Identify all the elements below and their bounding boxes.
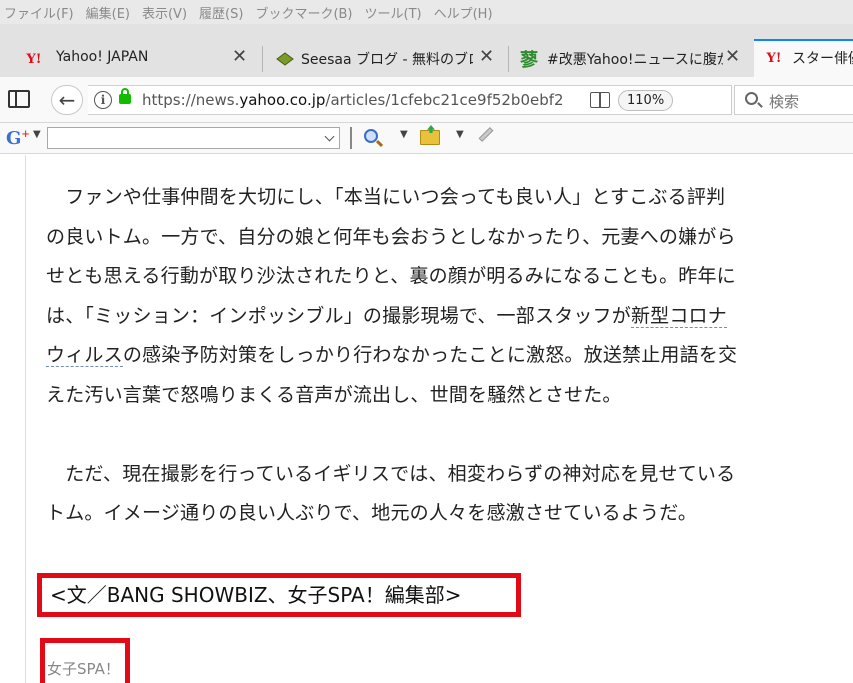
close-icon[interactable]: ✕ [725, 47, 740, 67]
search-placeholder: 検索 [769, 93, 800, 111]
yahoo-favicon-icon: Y! [26, 51, 42, 67]
article-credit: <文／BANG SHOWBIZ、女子SPA！編集部> [37, 573, 521, 617]
menu-tools[interactable]: ツール(T) [365, 3, 422, 22]
dropdown-arrow-icon[interactable]: ▼ [33, 129, 41, 140]
url-prefix: https://news. [142, 91, 240, 109]
url-host: yahoo.co.jp [239, 91, 326, 109]
tab-kaiaku-yahoo-news[interactable]: 蓼 #改悪Yahoo!ニュースに腹が立 ✕ [509, 41, 753, 77]
menu-bar: ファイル(F) 編集(E) 表示(V) 履歴(S) ブックマーク(B) ツール(… [0, 0, 853, 24]
navigation-bar: ← i https://news.yahoo.co.jp/articles/1c… [0, 77, 853, 123]
tab-star-actor[interactable]: Y! スター俳優 [754, 39, 853, 77]
search-bar[interactable]: 検索 [734, 85, 853, 115]
toolbar-separator [350, 127, 352, 149]
page-content: ファンや仕事仲間を大切にし、「本当にいつ会っても良い人」とすこぶる評判 の良いト… [0, 155, 853, 683]
magnifier-icon[interactable] [364, 129, 378, 143]
dropdown-arrow-icon[interactable]: ▼ [400, 129, 408, 140]
reader-view-icon[interactable] [590, 92, 610, 108]
article-text: の感染予防対策をしっかり行わなかったことに激怒。放送禁止用語を交 [122, 344, 738, 366]
url-bar[interactable]: i https://news.yahoo.co.jp/articles/1cfe… [88, 85, 798, 115]
pen-icon[interactable] [478, 127, 494, 142]
article-text: は、「ミッション：インポッシブル」の撮影現場で、一部スタッフが [46, 304, 631, 327]
dropdown-arrow-icon[interactable]: ▼ [456, 129, 464, 140]
google-icon[interactable]: G+ [6, 128, 30, 149]
article-line: ファンや仕事仲間を大切にし、「本当にいつ会っても良い人」とすこぶる評判 [46, 186, 726, 208]
seesaa-favicon-icon [275, 51, 295, 67]
content-margin-line [25, 155, 26, 683]
sidebar-toggle-icon[interactable] [8, 90, 30, 108]
menu-help[interactable]: ヘルプ(H) [434, 3, 493, 22]
yahoo-favicon-icon: Y! [766, 50, 782, 66]
article-paragraph-1: ファンや仕事仲間を大切にし、「本当にいつ会っても良い人」とすこぶる評判 の良いト… [46, 178, 846, 415]
menu-view[interactable]: 表示(V) [142, 3, 187, 22]
source-link[interactable]: 女子SPA！ [40, 638, 130, 683]
url-text[interactable]: https://news.yahoo.co.jp/articles/1cfebc… [142, 91, 572, 109]
menu-history[interactable]: 履歴(S) [199, 3, 243, 22]
menu-file[interactable]: ファイル(F) [4, 3, 74, 22]
toolbar-search-select[interactable] [47, 127, 340, 149]
menu-bookmarks[interactable]: ブックマーク(B) [255, 3, 352, 22]
arrow-left-icon: ← [58, 88, 76, 112]
info-icon[interactable]: i [94, 91, 112, 109]
menu-edit[interactable]: 編集(E) [86, 3, 130, 22]
article-line: ウィルスの感染予防対策をしっかり行わなかったことに激怒。放送禁止用語を交 [46, 336, 846, 376]
google-toolbar: G+ ▼ ▼ ▼ [0, 123, 853, 154]
article-paragraph-2: ただ、現在撮影を行っているイギリスでは、相変わらずの神対応を見せている トム。イ… [46, 455, 846, 534]
article-line: ただ、現在撮影を行っているイギリスでは、相変わらずの神対応を見せている [46, 462, 736, 485]
tab-label: #改悪Yahoo!ニュースに腹が立 [547, 52, 723, 68]
url-path: /articles/1cfebc21ce9f52b0ebf2 [325, 91, 564, 109]
zoom-level[interactable]: 110% [618, 90, 674, 111]
tade-favicon-icon: 蓼 [520, 50, 538, 71]
lock-icon [119, 88, 131, 104]
article-line: えた汚い言葉で怒鳴りまくる音声が流出し、世間を騒然とさせた。 [46, 383, 622, 406]
article-line: せとも思える行動が取り沙汰されたりと、裏の顔が明るみになることも。昨年に [46, 265, 736, 287]
tab-label: Yahoo! JAPAN [56, 49, 149, 65]
keyword-link[interactable]: ウィルス [46, 344, 123, 367]
tab-label: スター俳優 [792, 51, 853, 67]
article-line: トム。イメージ通りの良い人ぶりで、地元の人々を感激させているようだ。 [46, 502, 698, 524]
close-icon[interactable]: ✕ [479, 47, 494, 67]
tab-bar: Y! Yahoo! JAPAN ✕ Seesaa ブログ - 無料のブログ ✕ … [0, 24, 853, 77]
folder-upload-icon[interactable] [420, 130, 440, 145]
tab-label: Seesaa ブログ - 無料のブログ [301, 52, 473, 68]
search-icon [745, 92, 758, 105]
article-body: ファンや仕事仲間を大切にし、「本当にいつ会っても良い人」とすこぶる評判 の良いト… [46, 178, 846, 573]
article-line: の良いトム。一方で、自分の娘と何年も会おうとしなかったり、元妻への嫌がら [46, 225, 736, 248]
article-line: は、「ミッション：インポッシブル」の撮影現場で、一部スタッフが新型コロナ [46, 297, 846, 337]
close-icon[interactable]: ✕ [232, 47, 247, 67]
back-button[interactable]: ← [51, 85, 83, 115]
tab-seesaa-blog[interactable]: Seesaa ブログ - 無料のブログ ✕ [263, 41, 507, 77]
tab-yahoo-japan[interactable]: Y! Yahoo! JAPAN ✕ [0, 41, 258, 77]
keyword-link[interactable]: 新型コロナ [630, 304, 727, 328]
